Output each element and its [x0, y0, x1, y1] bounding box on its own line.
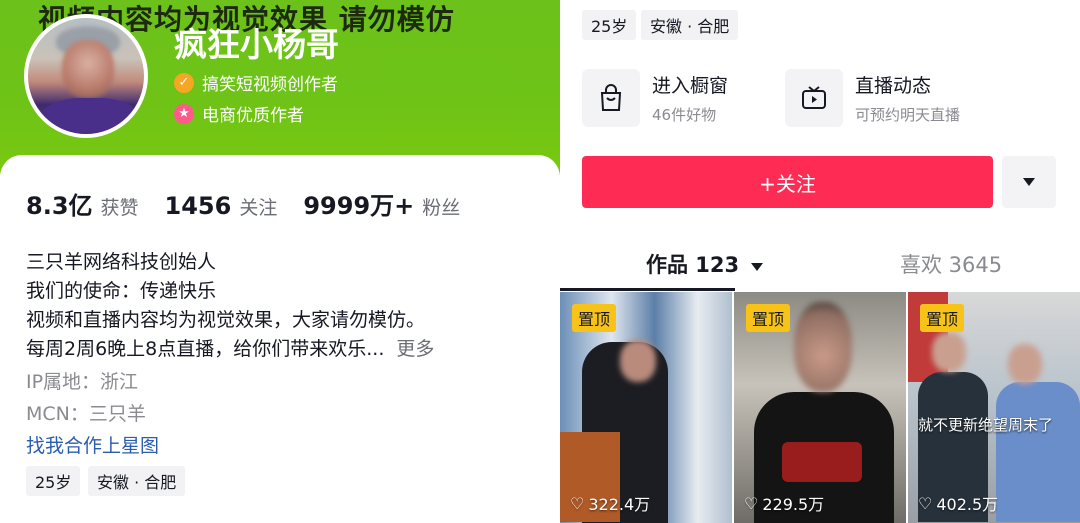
follow-button[interactable]: +关注	[582, 156, 993, 208]
followers-label: 粉丝	[422, 197, 461, 219]
live-schedule-entry[interactable]: 直播动态 可预约明天直播	[785, 68, 1005, 128]
followers-count[interactable]: 9999万+	[303, 186, 414, 221]
ip-location: IP属地：浙江	[26, 371, 139, 393]
play-count: ♡ 402.5万	[918, 491, 998, 515]
nickname: 疯狂小杨哥	[174, 25, 339, 64]
age-tag: 25岁	[582, 10, 637, 40]
caret-down-icon	[1023, 178, 1035, 186]
pinned-badge: 置顶	[572, 304, 617, 332]
location-tag: 安徽 · 合肥	[88, 466, 186, 496]
tab-active-indicator	[560, 288, 735, 291]
ecommerce-badge-label: 电商优质作者	[202, 106, 304, 126]
likes-label: 获赞	[100, 197, 139, 219]
shop-window-subtitle: 46件好物	[652, 106, 717, 124]
more-options-button[interactable]	[1002, 156, 1056, 208]
profile-left-panel: 视频内容均为视觉效果 请勿模仿 疯狂小杨哥 ✓ 搞笑短视频创作者 ★ 电商优质作…	[0, 0, 560, 523]
pinned-badge: 置顶	[920, 304, 965, 332]
cooperation-link[interactable]: 找我合作上星图	[26, 431, 159, 458]
video-thumbnail[interactable]: 置顶 ♡ 229.5万	[734, 292, 906, 523]
check-badge-icon: ✓	[174, 72, 194, 93]
heart-icon: ♡	[744, 493, 759, 513]
following-label: 关注	[239, 197, 278, 219]
live-tv-icon	[785, 69, 843, 127]
play-count-value: 402.5万	[936, 495, 999, 514]
play-count-value: 322.4万	[588, 495, 651, 514]
caret-down-icon	[751, 263, 764, 271]
bio-line: 视频和直播内容均为视觉效果，大家请勿模仿。	[26, 309, 426, 331]
shop-window-title: 进入橱窗	[652, 75, 729, 97]
live-schedule-title: 直播动态	[855, 75, 932, 97]
play-count: ♡ 322.4万	[570, 491, 650, 515]
heart-icon: ♡	[918, 493, 933, 513]
video-thumbnail[interactable]: 置顶 ♡ 322.4万	[560, 292, 732, 523]
avatar[interactable]	[24, 14, 148, 138]
play-count: ♡ 229.5万	[744, 491, 824, 515]
bio-line: 我们的使命：传递快乐	[26, 280, 217, 302]
play-count-value: 229.5万	[762, 495, 825, 514]
mcn-info: MCN：三只羊	[26, 403, 146, 425]
tab-works-label: 作品 123	[646, 253, 740, 277]
live-schedule-subtitle: 可预约明天直播	[855, 106, 961, 124]
bio-line: 每周2周6晚上8点直播，给你们带来欢乐...	[26, 338, 385, 360]
creator-badge-label: 搞笑短视频创作者	[202, 75, 338, 95]
ecommerce-badge[interactable]: ★ 电商优质作者	[174, 101, 304, 126]
shopping-bag-icon	[582, 69, 640, 127]
following-count[interactable]: 1456	[165, 192, 232, 220]
age-tag: 25岁	[26, 466, 81, 496]
pinned-badge: 置顶	[746, 304, 791, 332]
video-caption: 就不更新绝望周末了	[918, 416, 1054, 434]
video-thumbnail[interactable]: 置顶 就不更新绝望周末了 ♡ 402.5万	[908, 292, 1080, 523]
bio-line: 三只羊网络科技创始人	[26, 251, 217, 273]
tab-likes[interactable]: 喜欢 3645	[900, 249, 1002, 279]
likes-count[interactable]: 8.3亿	[26, 186, 93, 221]
creator-badge[interactable]: ✓ 搞笑短视频创作者	[174, 70, 338, 95]
shop-window-entry[interactable]: 进入橱窗 46件好物	[582, 68, 772, 128]
bio-line-with-more: 每周2周6晚上8点直播，给你们带来欢乐... 更多	[26, 334, 434, 361]
profile-stats: 8.3亿 获赞 1456 关注 9999万+ 粉丝	[26, 186, 486, 221]
heart-icon: ♡	[570, 493, 585, 513]
bio-more-link[interactable]: 更多	[396, 338, 434, 360]
star-badge-icon: ★	[174, 103, 194, 124]
tab-works[interactable]: 作品 123	[646, 249, 764, 279]
location-tag: 安徽 · 合肥	[641, 10, 739, 40]
